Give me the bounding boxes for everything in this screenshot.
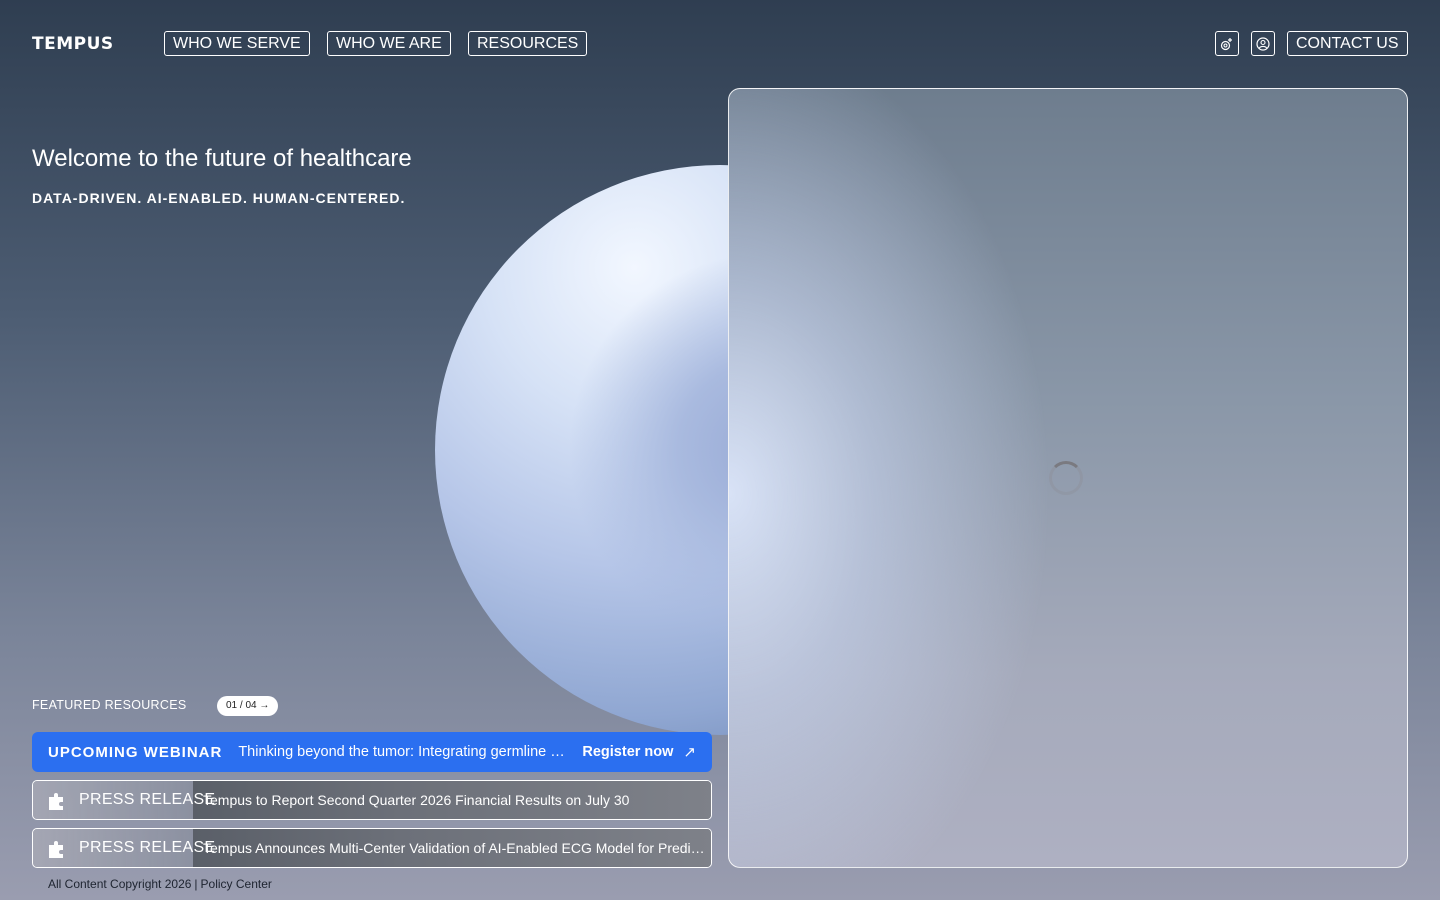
contact-us-button[interactable]: CONTACT US (1287, 31, 1408, 56)
webinar-tag: UPCOMING WEBINAR (48, 743, 223, 761)
copyright-text: All Content Copyright 2026 (48, 877, 192, 891)
press-release-tag: PRESS RELEASE (79, 839, 216, 856)
press-release-title: Tempus to Report Second Quarter 2026 Fin… (203, 792, 630, 808)
press-release-item[interactable]: PRESS RELEASE Tempus to Report Second Qu… (32, 780, 712, 820)
footer-separator: | (194, 877, 198, 891)
register-now-link[interactable]: Register now (582, 744, 673, 760)
nav-who-we-serve[interactable]: WHO WE SERVE (164, 31, 310, 56)
webinar-title: Thinking beyond the tumor: Integrating g… (238, 744, 566, 760)
arrow-up-right-icon: ↗ (683, 744, 696, 761)
patient-portal-icon (1220, 37, 1232, 50)
user-account-button[interactable] (1251, 31, 1275, 56)
nav-resources[interactable]: RESOURCES (468, 31, 588, 56)
hero-subtitle: DATA-DRIVEN. AI-ENABLED. HUMAN-CENTERED. (32, 190, 406, 206)
puzzle-icon (49, 841, 63, 858)
user-account-icon (1256, 36, 1270, 51)
policy-center-link[interactable]: Policy Center (201, 877, 272, 891)
puzzle-icon (49, 793, 63, 810)
hero-title: Welcome to the future of healthcare (32, 145, 412, 172)
press-release-item[interactable]: PRESS RELEASE Tempus Announces Multi-Cen… (32, 828, 712, 868)
press-release-title: Tempus Announces Multi-Center Validation… (203, 840, 708, 856)
tempus-logo[interactable]: TEMPUS (32, 34, 114, 54)
press-release-tag: PRESS RELEASE (79, 791, 216, 808)
featured-pager-button[interactable]: 01 / 04 → (217, 696, 279, 716)
patient-portal-button[interactable] (1215, 31, 1239, 56)
featured-resources-label: FEATURED RESOURCES (32, 698, 187, 712)
loading-spinner-icon (1049, 461, 1083, 495)
media-panel (728, 88, 1408, 868)
nav-who-we-are[interactable]: WHO WE ARE (327, 31, 451, 56)
webinar-banner[interactable]: UPCOMING WEBINAR Thinking beyond the tum… (32, 732, 712, 772)
footer: All Content Copyright 2026 | Policy Center (48, 877, 272, 891)
